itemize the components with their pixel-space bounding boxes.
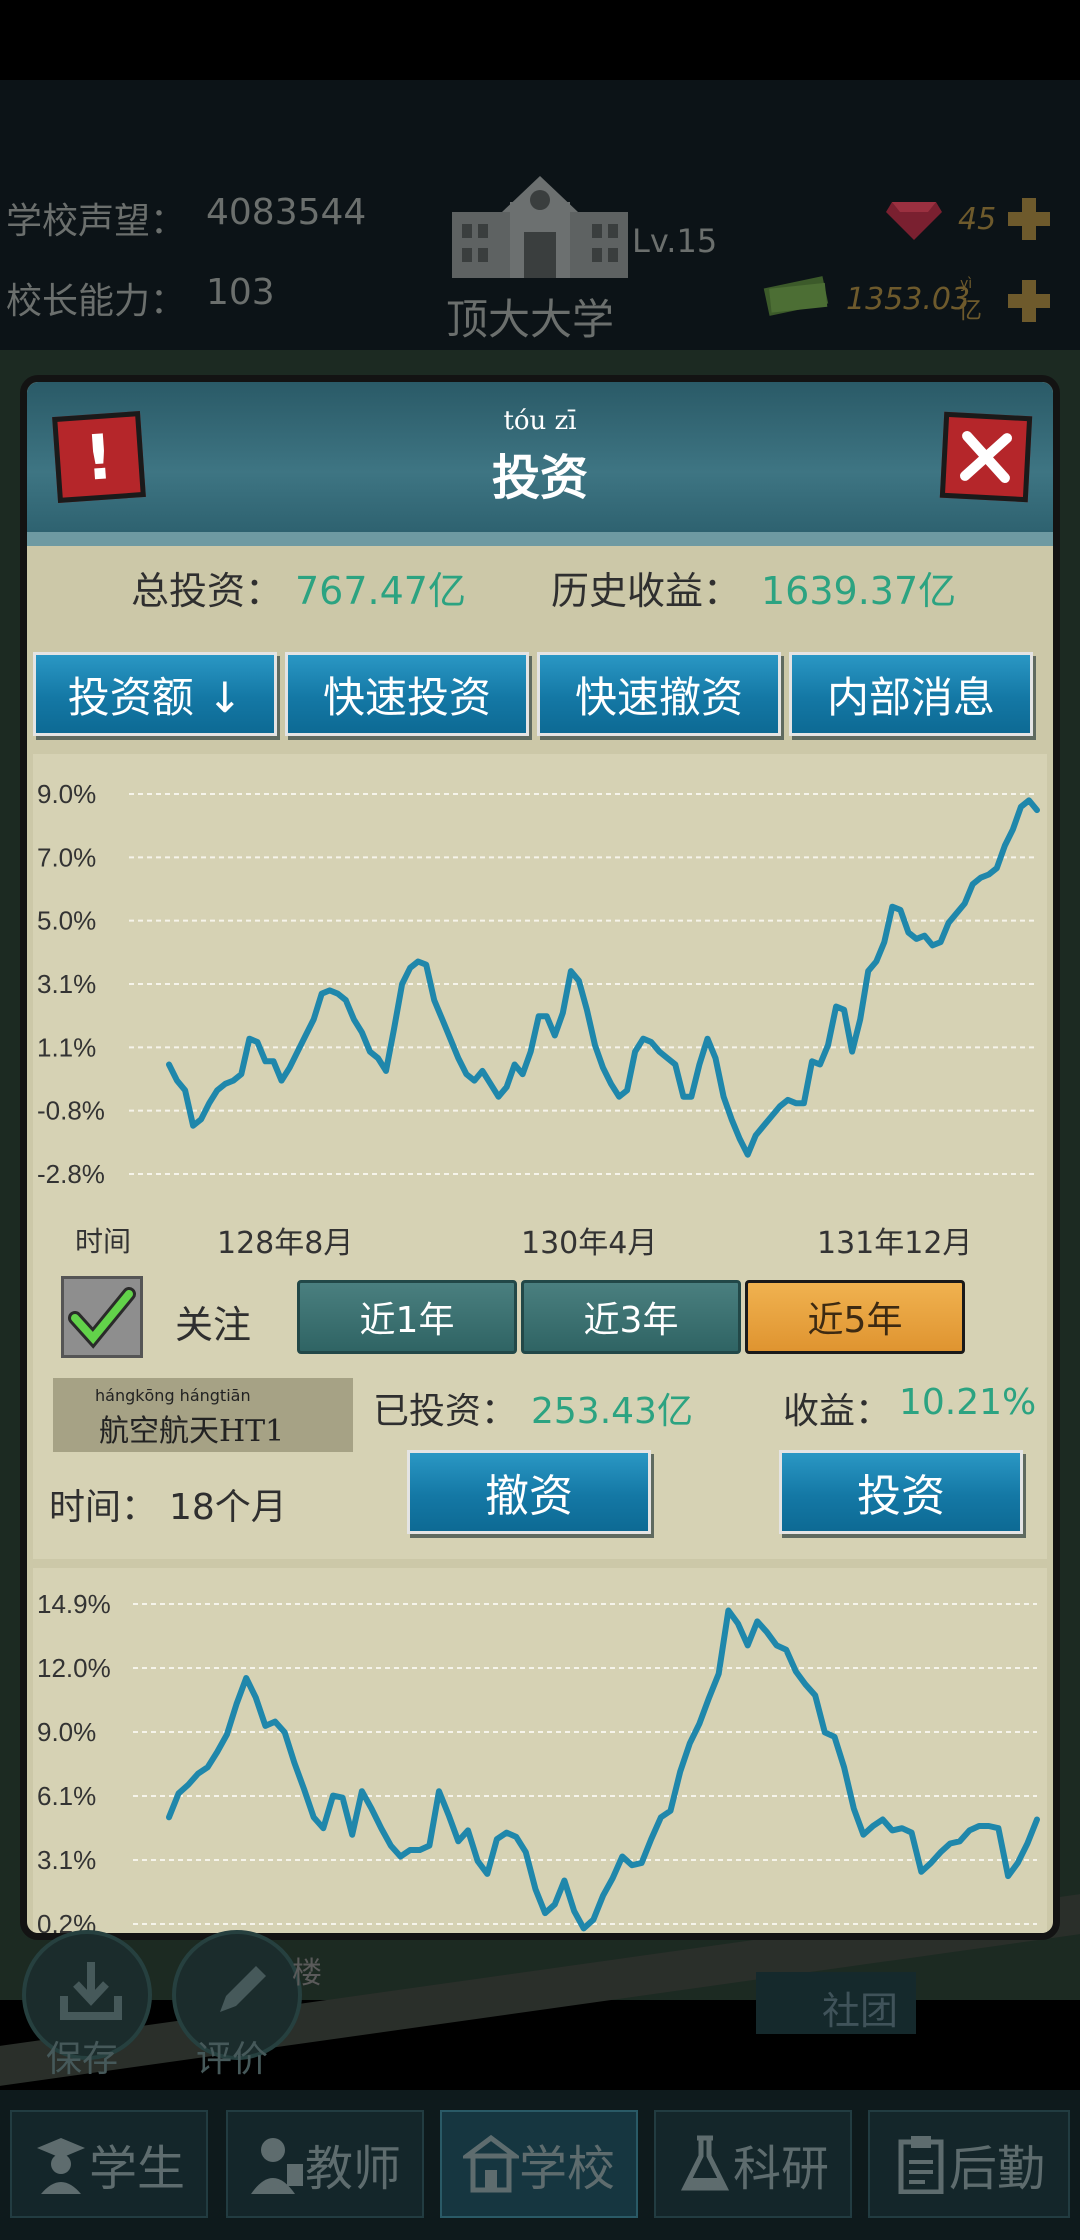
total-invest-label: 总投资： [131, 569, 284, 613]
range-5-year[interactable]: 近5年 [745, 1280, 965, 1354]
building-sign: 楼 [292, 1956, 322, 1991]
nav-label: 教师 [304, 2141, 401, 2197]
tab-invest-amount[interactable]: 投资额 ↓ [33, 652, 277, 736]
stock-name-badge: hángkōng hángtiān 航空航天HT1 [53, 1378, 353, 1452]
add-money-icon[interactable] [1004, 276, 1054, 326]
total-invest-value: 767.47亿 [295, 569, 466, 613]
save-label: 保存 [46, 2039, 119, 2080]
tab-quick-withdraw[interactable]: 快速撤资 [537, 652, 781, 736]
close-button[interactable] [939, 411, 1033, 503]
history-value: 1639.37亿 [761, 569, 957, 613]
y-tick-label: -2.8% [37, 1159, 105, 1189]
y-tick-label: 12.0% [37, 1653, 111, 1683]
teacher-icon [250, 2138, 303, 2194]
club-label: 社团 [822, 1989, 899, 2033]
modal-title: 投资 [491, 450, 588, 506]
duration-value: 18个月 [169, 1487, 287, 1528]
y-tick-label: 14.9% [37, 1589, 111, 1619]
header-divider [27, 532, 1053, 546]
history-label: 历史收益： [551, 569, 742, 613]
ability-label: 校长能力： [6, 281, 187, 322]
y-tick-label: 9.0% [37, 1717, 96, 1747]
nav-label: 后勤 [948, 2141, 1045, 2197]
watch-label: 关注 [175, 1303, 252, 1347]
add-gem-icon[interactable] [1004, 194, 1054, 244]
school-level: Lv.15 [632, 222, 718, 260]
x-axis-label: 时间 [75, 1225, 132, 1258]
y-tick-label: 5.0% [37, 906, 96, 936]
y-tick-label: 1.1% [37, 1032, 96, 1062]
tab-inside-news[interactable]: 内部消息 [789, 652, 1033, 736]
stock-name: 航空航天HT1 [99, 1414, 285, 1449]
gem-count: 45 [958, 202, 997, 237]
nav-teachers[interactable]: 教师 [226, 2110, 424, 2218]
reputation-value: 4083544 [206, 192, 367, 233]
invest-button[interactable]: 投资 [779, 1450, 1023, 1534]
close-icon [959, 430, 1013, 484]
invested-label: 已投资： [373, 1391, 518, 1432]
money-value: 1353.03 [846, 282, 971, 317]
download-icon [60, 1962, 122, 2020]
price-line [166, 1607, 1040, 1932]
profit-label: 收益： [783, 1391, 892, 1432]
clipboard-icon [898, 2136, 944, 2194]
checkmark-icon [68, 1287, 136, 1349]
nav-students[interactable]: 学生 [10, 2110, 208, 2218]
y-tick-label: 3.1% [37, 969, 96, 999]
flask-icon [680, 2135, 730, 2191]
range-1-year[interactable]: 近1年 [297, 1280, 517, 1354]
withdraw-button[interactable]: 撤资 [407, 1450, 651, 1534]
x-tick-label: 131年12月 [817, 1226, 973, 1261]
nav-label: 学校 [518, 2141, 615, 2197]
exclamation-icon: ! [82, 419, 116, 495]
y-tick-label: -0.8% [37, 1096, 105, 1126]
ability-value: 103 [206, 272, 275, 313]
tab-quick-invest[interactable]: 快速投资 [285, 652, 529, 736]
price-chart-1: 9.0% 7.0% 5.0% 3.1% 1.1% -0.8% -2.8% [37, 779, 1040, 1189]
reputation-label: 学校声望： [6, 201, 187, 242]
y-tick-label: 6.1% [37, 1781, 96, 1811]
school-name: 顶大大学 [446, 295, 615, 344]
x-tick-label: 130年4月 [521, 1226, 658, 1261]
alert-button[interactable]: ! [52, 411, 146, 503]
nav-label: 学生 [88, 2141, 185, 2197]
stock-pinyin: hángkōng hángtiān [95, 1386, 251, 1405]
school-building-icon [452, 176, 628, 278]
duration-label: 时间： [49, 1487, 158, 1528]
y-tick-label: 7.0% [37, 842, 96, 872]
student-icon [36, 2138, 85, 2194]
nav-logistics[interactable]: 后勤 [868, 2110, 1070, 2218]
nav-school[interactable]: 学校 [440, 2110, 638, 2218]
x-tick-label: 128年8月 [217, 1226, 354, 1261]
status-bar [0, 0, 1080, 80]
nav-research[interactable]: 科研 [654, 2110, 852, 2218]
gem-icon [886, 202, 942, 240]
review-label: 评价 [196, 2039, 269, 2080]
watch-checkbox[interactable] [61, 1276, 143, 1358]
investment-modal: ! tóu zī 投资 总投资： 767.47亿 历史收益： 1639.37亿 … [20, 375, 1060, 1940]
range-3-year[interactable]: 近3年 [521, 1280, 741, 1354]
invested-value: 253.43亿 [531, 1391, 693, 1432]
y-tick-label: 9.0% [37, 779, 96, 809]
price-line [166, 797, 1040, 1158]
profit-value: 10.21% [899, 1382, 1037, 1423]
price-chart-2: 14.9%12.0%9.0%6.1%3.1%0.2% [37, 1589, 1040, 1933]
title-pinyin: tóu zī [503, 406, 577, 436]
pencil-icon [220, 1966, 266, 2012]
nav-label: 科研 [732, 2141, 829, 2197]
money-unit: 亿 [958, 296, 982, 324]
money-icon [763, 276, 829, 316]
y-tick-label: 3.1% [37, 1845, 96, 1875]
school-icon [462, 2134, 519, 2193]
